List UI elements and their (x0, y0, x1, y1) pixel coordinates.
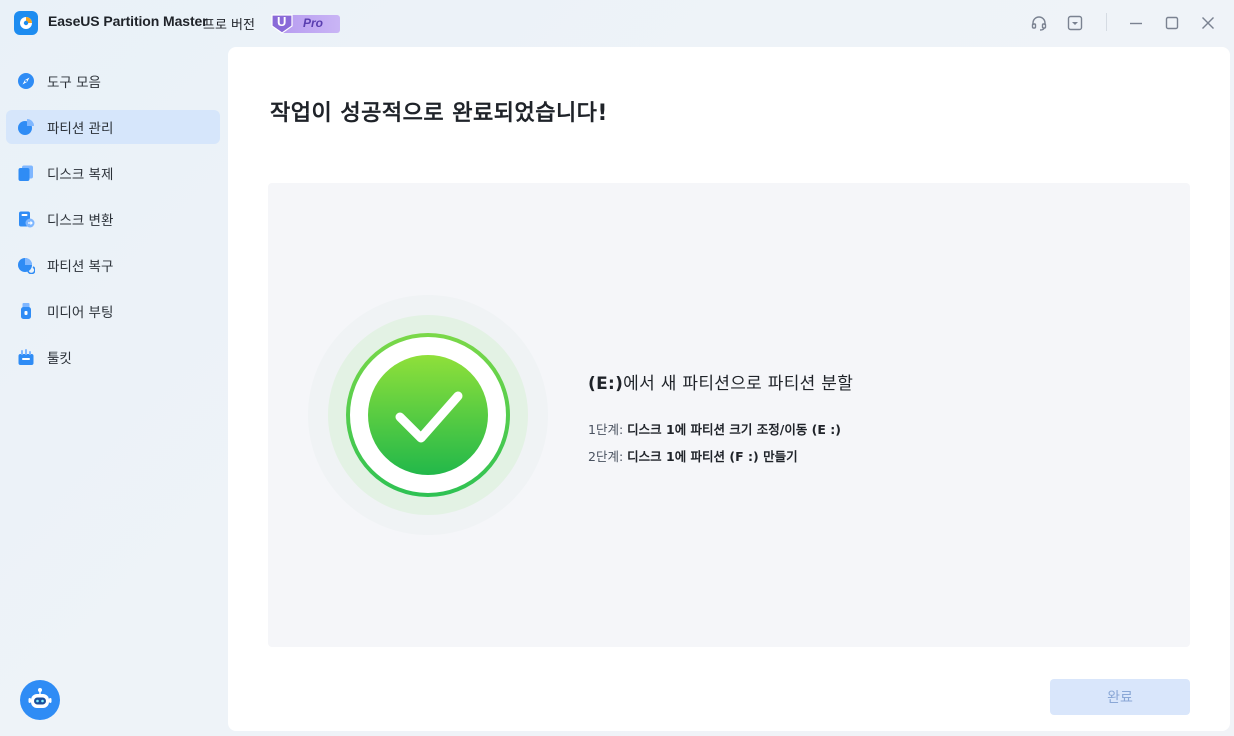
step-text: 디스크 1에 파티션 크기 조정/이동 (E :) (627, 422, 841, 437)
partition-recovery-icon (17, 256, 35, 274)
pro-badge: U Pro (270, 12, 340, 34)
robot-icon (28, 688, 52, 708)
sidebar-item-label: 디스크 복제 (47, 167, 114, 183)
done-button[interactable]: 완료 (1050, 679, 1190, 715)
sidebar-item-label: 툴킷 (47, 351, 72, 367)
sidebar-item-partition-manager[interactable]: 파티션 관리 (6, 110, 220, 144)
step-text: 디스크 1에 파티션 (F :) 만들기 (627, 449, 798, 464)
sidebar: 도구 모음 파티션 관리 디스크 복제 디스크 변환 파티션 복구 미디어 부팅… (0, 64, 228, 386)
sidebar-item-label: 디스크 변환 (47, 213, 114, 229)
page-title: 작업이 성공적으로 완료되었습니다! (270, 101, 608, 126)
app-logo-icon (14, 11, 38, 35)
sidebar-item-bootable-media[interactable]: 미디어 부팅 (6, 294, 220, 328)
sidebar-item-label: 도구 모음 (47, 75, 101, 91)
title-bar-separator (1106, 13, 1107, 31)
clone-icon (17, 164, 35, 182)
assistant-bot-button[interactable] (20, 680, 60, 720)
pro-badge-letter: U (277, 14, 287, 29)
close-icon[interactable] (1198, 13, 1218, 33)
sidebar-item-toolbox[interactable]: 도구 모음 (6, 64, 220, 98)
sidebar-item-label: 파티션 복구 (47, 259, 114, 275)
disk-convert-icon (17, 210, 35, 228)
compass-icon (17, 72, 35, 90)
pie-chart-icon (17, 118, 35, 136)
sidebar-item-toolkit[interactable]: 툴킷 (6, 340, 220, 374)
result-box: (E:)에서 새 파티션으로 파티션 분할 1단계: 디스크 1에 파티션 크기… (268, 183, 1190, 647)
pro-badge-text: Pro (303, 16, 324, 30)
sidebar-item-label: 미디어 부팅 (47, 305, 114, 321)
maximize-icon[interactable] (1162, 13, 1182, 33)
toolkit-icon (17, 348, 35, 366)
app-title: EaseUS Partition Master (48, 13, 208, 29)
result-heading: (E:)에서 새 파티션으로 파티션 분할 (588, 369, 853, 394)
result-step: 2단계: 디스크 1에 파티션 (F :) 만들기 (588, 446, 798, 465)
sidebar-item-partition-recovery[interactable]: 파티션 복구 (6, 248, 220, 282)
usb-drive-icon (17, 302, 35, 320)
app-edition: 프로 버전 (203, 18, 255, 33)
sidebar-item-label: 파티션 관리 (47, 121, 114, 137)
result-heading-text: 에서 새 파티션으로 파티션 분할 (623, 374, 854, 394)
sidebar-item-disk-clone[interactable]: 디스크 복제 (6, 156, 220, 190)
step-prefix: 1단계: (588, 422, 624, 437)
result-heading-drive: (E:) (588, 374, 624, 394)
title-bar: EaseUS Partition Master 프로 버전 U Pro (0, 0, 1234, 46)
success-check-icon (308, 295, 548, 535)
sidebar-item-disk-convert[interactable]: 디스크 변환 (6, 202, 220, 236)
support-headset-icon[interactable] (1029, 13, 1049, 33)
main-panel: 작업이 성공적으로 완료되었습니다! (E:)에서 새 파티션으로 파티션 분할… (228, 47, 1230, 731)
result-step: 1단계: 디스크 1에 파티션 크기 조정/이동 (E :) (588, 419, 841, 438)
menu-dropdown-icon[interactable] (1065, 13, 1085, 33)
minimize-icon[interactable] (1126, 13, 1146, 33)
step-prefix: 2단계: (588, 449, 624, 464)
